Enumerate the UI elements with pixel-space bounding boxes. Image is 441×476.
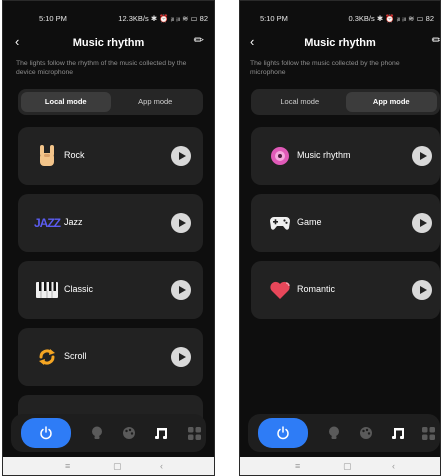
status-icons: 12.3KB/s ✱ ⏰ ᵢₗₗ ᵢₗₗ ≋ ▭ 82: [118, 14, 208, 23]
effect-card-romantic[interactable]: Romantic: [251, 261, 440, 319]
system-nav-bar: ≡ ▢ ‹: [3, 457, 214, 475]
effect-card-music-rhythm[interactable]: Music rhythm: [251, 127, 440, 185]
bulb-icon[interactable]: [89, 425, 105, 441]
rock-hand-icon: [34, 143, 60, 169]
effect-list: Rock JAZZ Jazz Classic Scroll: [18, 127, 203, 425]
effect-label: Classic: [64, 284, 94, 294]
header: ‹ Music rhythm ✎: [240, 31, 440, 55]
status-bar: 5:10 PM 12.3KB/s ✱ ⏰ ᵢₗₗ ᵢₗₗ ≋ ▭ 82: [3, 11, 214, 27]
effect-label: Romantic: [297, 284, 336, 294]
power-icon: [277, 426, 289, 440]
effect-label: Jazz: [64, 217, 83, 227]
gamepad-icon: [267, 210, 293, 236]
scroll-arrows-icon: [34, 344, 60, 370]
home-icon[interactable]: ▢: [113, 461, 122, 472]
bottom-nav: [248, 414, 440, 452]
status-bar: 5:10 PM 0.3KB/s ✱ ⏰ ᵢₗₗ ᵢₗₗ ≋ ▭ 82: [240, 11, 440, 27]
effect-label: Game: [297, 217, 322, 227]
status-icons: 0.3KB/s ✱ ⏰ ᵢₗₗ ᵢₗₗ ≋ ▭ 82: [348, 14, 434, 23]
bulb-icon[interactable]: [326, 425, 342, 441]
mode-switch: Local mode App mode: [18, 89, 203, 115]
power-button[interactable]: [258, 418, 308, 448]
play-button-icon[interactable]: [412, 146, 432, 166]
play-button-icon[interactable]: [171, 280, 191, 300]
system-back-icon[interactable]: ‹: [160, 461, 163, 471]
effect-card-classic[interactable]: Classic: [18, 261, 203, 319]
home-icon[interactable]: ▢: [343, 461, 352, 472]
status-time: 5:10 PM: [260, 14, 288, 23]
effect-label: Music rhythm: [297, 150, 351, 160]
effect-list: Music rhythm Game Romantic: [251, 127, 440, 328]
play-button-icon[interactable]: [171, 213, 191, 233]
music-note-icon[interactable]: [391, 425, 407, 441]
tab-app-mode[interactable]: App mode: [345, 92, 437, 112]
palette-icon[interactable]: [121, 425, 137, 441]
tab-app-mode[interactable]: App mode: [111, 92, 201, 112]
system-back-icon[interactable]: ‹: [392, 461, 395, 471]
page-title: Music rhythm: [304, 37, 376, 49]
tab-local-mode[interactable]: Local mode: [21, 92, 111, 112]
bottom-nav: [11, 414, 206, 452]
music-note-icon[interactable]: [154, 425, 170, 441]
effect-card-jazz[interactable]: JAZZ Jazz: [18, 194, 203, 252]
effect-label: Rock: [64, 150, 85, 160]
vinyl-record-icon: [267, 143, 293, 169]
phone-screen-app-mode: 5:10 PM 0.3KB/s ✱ ⏰ ᵢₗₗ ᵢₗₗ ≋ ▭ 82 ‹ Mus…: [239, 0, 441, 476]
effect-card-game[interactable]: Game: [251, 194, 440, 252]
menu-icon[interactable]: ≡: [65, 461, 70, 471]
palette-icon[interactable]: [358, 425, 374, 441]
effect-card-scroll[interactable]: Scroll: [18, 328, 203, 386]
description: The lights follow the rhythm of the musi…: [16, 60, 187, 76]
phone-screen-local-mode: 5:10 PM 12.3KB/s ✱ ⏰ ᵢₗₗ ᵢₗₗ ≋ ▭ 82 ‹ Mu…: [2, 0, 215, 476]
tab-local-mode[interactable]: Local mode: [254, 92, 346, 112]
jazz-icon-text: JAZZ: [34, 216, 61, 230]
heart-icon: [267, 277, 293, 303]
grid-icon[interactable]: [186, 425, 202, 441]
power-icon: [40, 426, 52, 440]
play-button-icon[interactable]: [171, 347, 191, 367]
piano-keys-icon: [34, 277, 60, 303]
power-button[interactable]: [21, 418, 71, 448]
effect-card-rock[interactable]: Rock: [18, 127, 203, 185]
status-time: 5:10 PM: [39, 14, 67, 23]
grid-icon[interactable]: [420, 425, 436, 441]
play-button-icon[interactable]: [412, 213, 432, 233]
description: The lights follow the music collected by…: [250, 60, 400, 76]
menu-icon[interactable]: ≡: [295, 461, 300, 471]
page-title: Music rhythm: [72, 37, 145, 49]
system-nav-bar: ≡ ▢ ‹: [240, 457, 440, 475]
jazz-text-icon: JAZZ: [34, 210, 61, 236]
effect-label: Scroll: [64, 351, 87, 361]
mode-switch: Local mode App mode: [251, 89, 440, 115]
play-button-icon[interactable]: [171, 146, 191, 166]
play-button-icon[interactable]: [412, 280, 432, 300]
header: ‹ Music rhythm ✎: [3, 31, 214, 55]
